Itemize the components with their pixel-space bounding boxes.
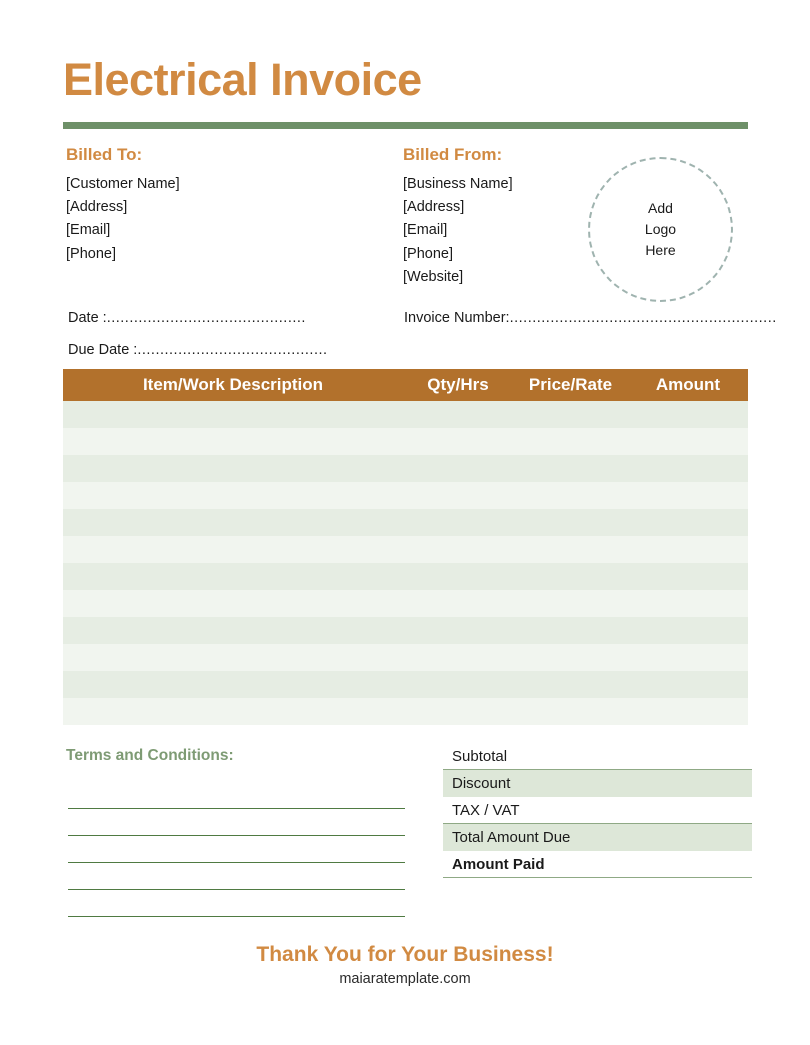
billed-to-line[interactable]: [Email]: [66, 219, 180, 242]
items-table-header: Item/Work Description Qty/Hrs Price/Rate…: [63, 369, 748, 401]
table-row[interactable]: [63, 671, 748, 698]
billed-from-line[interactable]: [Address]: [403, 196, 513, 219]
billed-to-heading: Billed To:: [66, 145, 143, 164]
billed-to-block: Billed To: [Customer Name] [Address] [Em…: [66, 145, 180, 266]
invoice-number-input-line[interactable]: ........................................…: [510, 310, 800, 326]
column-header-description: Item/Work Description: [142, 375, 324, 394]
terms-line[interactable]: [68, 890, 405, 917]
totals-row-label: Amount Paid: [452, 855, 545, 873]
billed-from-line[interactable]: [Business Name]: [403, 173, 513, 196]
due-date-field-row: Due Date : .............................…: [68, 342, 342, 358]
totals-panel: Subtotal Discount TAX / VAT Total Amount Du…: [443, 743, 752, 878]
table-row[interactable]: [63, 536, 748, 563]
billed-from-line[interactable]: [Phone]: [403, 243, 513, 266]
billed-to-line[interactable]: [Address]: [66, 196, 180, 219]
table-row[interactable]: [63, 617, 748, 644]
thank-you-message: Thank You for Your Business!: [256, 943, 554, 966]
billed-to-line[interactable]: [Customer Name]: [66, 173, 180, 196]
terms-write-lines: [68, 782, 405, 917]
table-row[interactable]: [63, 509, 748, 536]
date-label: Date :: [68, 310, 107, 326]
totals-row[interactable]: TAX / VAT: [443, 797, 752, 824]
table-row[interactable]: [63, 455, 748, 482]
terms-line[interactable]: [68, 863, 405, 890]
table-row[interactable]: [63, 644, 748, 671]
title-divider: [63, 122, 748, 129]
table-row[interactable]: [63, 590, 748, 617]
footer-website: maiaratemplate.com: [339, 971, 471, 987]
column-header-amount: Amount: [655, 375, 721, 394]
items-table: Item/Work Description Qty/Hrs Price/Rate…: [63, 369, 748, 725]
logo-placeholder-line: Add: [648, 200, 673, 216]
column-header-price: Price/Rate: [528, 375, 613, 394]
page-title: Electrical Invoice: [63, 54, 422, 105]
billed-from-block: Billed From: [Business Name] [Address] […: [403, 145, 513, 289]
billed-from-heading: Billed From:: [403, 145, 503, 164]
totals-row[interactable]: Discount: [443, 770, 752, 797]
billed-from-line[interactable]: [Email]: [403, 219, 513, 242]
table-row[interactable]: [63, 563, 748, 590]
totals-row-label: Discount: [452, 775, 511, 792]
billed-from-line[interactable]: [Website]: [403, 266, 513, 289]
totals-row-label: Subtotal: [452, 747, 508, 765]
logo-placeholder[interactable]: Add Logo Here: [588, 157, 733, 302]
terms-line[interactable]: [68, 809, 405, 836]
date-field-row: Date : .................................…: [68, 310, 317, 326]
terms-line[interactable]: [68, 782, 405, 809]
invoice-number-label: Invoice Number:: [404, 310, 510, 326]
logo-placeholder-line: Logo: [644, 221, 677, 237]
totals-row-label: TAX / VAT: [452, 801, 520, 819]
items-table-body: [63, 401, 748, 725]
due-date-input-line[interactable]: ........................................…: [137, 342, 342, 358]
table-row[interactable]: [63, 482, 748, 509]
totals-row[interactable]: Total Amount Due: [443, 824, 752, 851]
invoice-number-field-row: Invoice Number: ........................…: [404, 310, 800, 326]
table-row[interactable]: [63, 428, 748, 455]
invoice-page: Electrical Invoice Billed To: [Customer …: [0, 0, 810, 1045]
table-row[interactable]: [63, 698, 748, 725]
terms-line[interactable]: [68, 836, 405, 863]
logo-placeholder-line: Here: [645, 242, 676, 258]
table-row[interactable]: [63, 401, 748, 428]
billed-to-line[interactable]: [Phone]: [66, 243, 180, 266]
column-header-qty: Qty/Hrs: [427, 375, 489, 394]
due-date-label: Due Date :: [68, 342, 138, 358]
totals-row[interactable]: Amount Paid: [443, 851, 752, 878]
totals-row-label: Total Amount Due: [452, 829, 571, 846]
date-input-line[interactable]: ........................................…: [107, 310, 317, 326]
terms-heading: Terms and Conditions:: [66, 747, 234, 764]
totals-row[interactable]: Subtotal: [443, 743, 752, 770]
